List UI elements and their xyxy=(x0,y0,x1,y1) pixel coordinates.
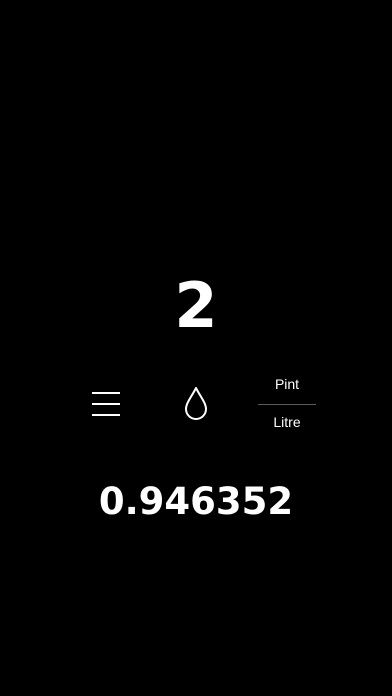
category-button[interactable] xyxy=(176,382,216,426)
water-drop-icon xyxy=(185,387,207,420)
menu-icon-bar xyxy=(92,403,120,405)
from-unit-label[interactable]: Pint xyxy=(258,374,316,394)
to-unit-label[interactable]: Litre xyxy=(258,412,316,432)
input-value-display[interactable]: 2 xyxy=(0,268,392,344)
result-value-display: 0.946352 xyxy=(98,480,294,523)
menu-icon-bar xyxy=(92,392,120,394)
menu-icon-bar xyxy=(92,414,120,416)
unit-switch[interactable]: Pint Litre xyxy=(258,372,316,434)
menu-button[interactable] xyxy=(86,386,126,422)
converter-controls: Pint Litre xyxy=(0,372,392,434)
unit-divider xyxy=(258,404,316,405)
